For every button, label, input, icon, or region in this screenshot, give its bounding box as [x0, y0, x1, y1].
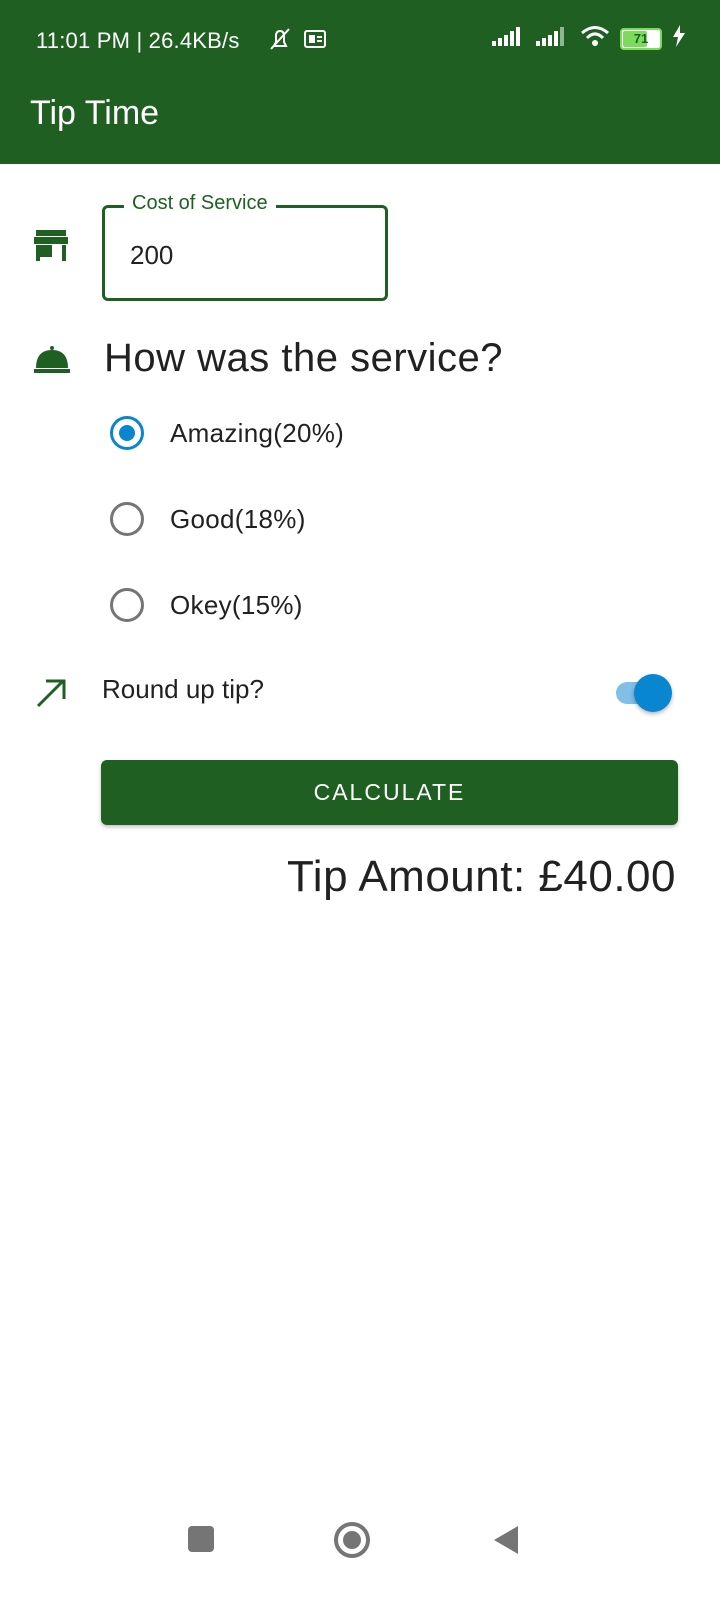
- app-bar: Tip Time: [0, 80, 720, 164]
- radio-label: Okey(15%): [170, 589, 303, 620]
- signal-icon-2: [536, 25, 570, 52]
- cost-of-service-label: Cost of Service: [124, 192, 276, 215]
- radio-button[interactable]: [110, 588, 144, 622]
- round-up-label: Round up tip?: [102, 674, 264, 704]
- status-left-icons: [266, 26, 326, 57]
- cost-of-service-input[interactable]: [130, 238, 360, 272]
- round-up-switch[interactable]: [612, 672, 676, 712]
- navigation-bar: [0, 1490, 720, 1600]
- back-button[interactable]: [488, 1520, 528, 1560]
- status-bar: 11:01 PM | 26.4KB/s 71: [0, 0, 720, 80]
- recents-button[interactable]: [182, 1520, 222, 1560]
- signal-icon: [492, 25, 526, 52]
- mute-alarm-icon: [266, 26, 294, 57]
- service-question: How was the service?: [104, 336, 504, 380]
- room-service-icon: [34, 342, 70, 378]
- switch-thumb[interactable]: [634, 674, 672, 712]
- radio-option-okey[interactable]: Okey(15%): [110, 588, 303, 622]
- battery-icon: 71: [620, 27, 662, 50]
- home-button[interactable]: [332, 1520, 372, 1560]
- calculate-button[interactable]: CALCULATE: [101, 760, 678, 825]
- status-time: 11:01 PM | 26.4KB/s: [36, 28, 240, 53]
- app-title: Tip Time: [30, 94, 160, 132]
- storefront-icon: [34, 228, 70, 264]
- tip-amount-result: Tip Amount: £40.00: [287, 852, 676, 901]
- radio-option-good[interactable]: Good(18%): [110, 502, 306, 536]
- radio-button[interactable]: [110, 416, 144, 450]
- radio-label: Amazing(20%): [170, 417, 345, 448]
- sim-icon: [304, 30, 326, 53]
- charging-icon: [672, 25, 686, 52]
- battery-label: 71: [633, 30, 649, 46]
- radio-button[interactable]: [110, 502, 144, 536]
- status-right-icons: 71: [492, 24, 686, 53]
- wifi-icon: [580, 24, 610, 53]
- trending-up-icon: [34, 676, 70, 712]
- radio-label: Good(18%): [170, 503, 306, 534]
- radio-option-amazing[interactable]: Amazing(20%): [110, 416, 344, 450]
